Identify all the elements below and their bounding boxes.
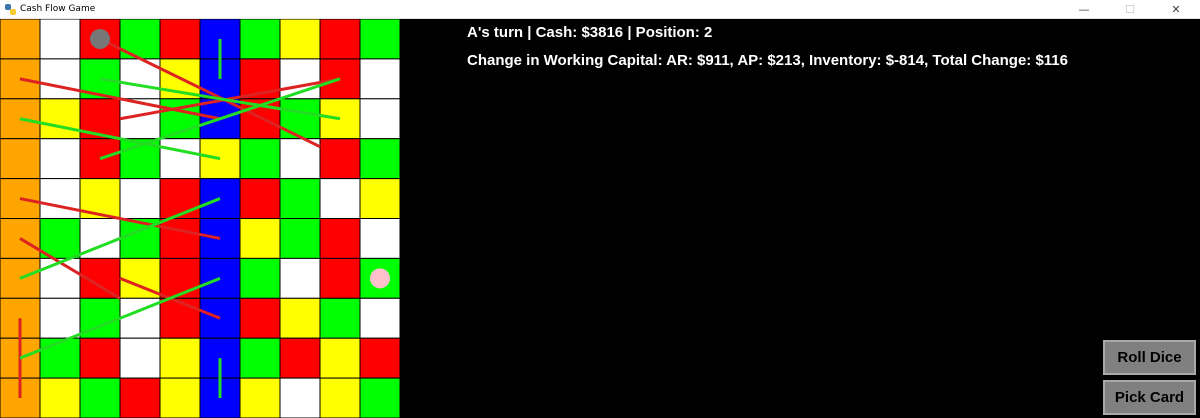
board-cell: [319, 218, 361, 259]
token-b: [370, 268, 390, 289]
board-cell: [319, 257, 361, 299]
board-cell: [39, 257, 81, 299]
board-cell: [239, 178, 281, 220]
board-cell: [159, 257, 201, 299]
minimize-button[interactable]: —: [1061, 0, 1107, 19]
board-cell: [279, 178, 321, 220]
close-button[interactable]: ✕: [1153, 0, 1199, 19]
board-cell: [239, 257, 281, 299]
board-cell: [119, 178, 161, 220]
board-canvas: [0, 19, 400, 418]
board-cell: [159, 218, 201, 259]
board-cell: [359, 218, 400, 259]
board-cell: [39, 58, 81, 100]
board-cell: [319, 337, 361, 379]
board-cell: [239, 138, 281, 180]
board-cell: [0, 19, 41, 60]
board-cell: [159, 178, 201, 220]
board-cell: [239, 218, 281, 259]
board-cell: [359, 178, 400, 220]
board-cell: [39, 377, 81, 418]
board-cell: [279, 297, 321, 339]
board-cell: [159, 19, 201, 60]
board-cell: [319, 178, 361, 220]
board-cell: [359, 377, 400, 418]
board-cell: [199, 257, 241, 299]
board-cell: [159, 337, 201, 379]
board-cell: [239, 337, 281, 379]
game-board: [0, 19, 400, 418]
title-bar: Cash Flow Game — ☐ ✕: [0, 0, 1200, 19]
board-cell: [39, 98, 81, 140]
token-a: [90, 28, 110, 49]
board-cell: [319, 297, 361, 339]
board-cell: [319, 377, 361, 418]
pick-card-button[interactable]: Pick Card: [1103, 380, 1196, 415]
board-cell: [359, 297, 400, 339]
board-cell: [79, 337, 121, 379]
board-cell: [279, 377, 321, 418]
board-cell: [279, 19, 321, 60]
board-cell: [39, 138, 81, 180]
board-cell: [359, 19, 400, 60]
board-cell: [159, 297, 201, 339]
board-cell: [239, 377, 281, 418]
board-cell: [0, 138, 41, 180]
working-capital-change: Change in Working Capital: AR: $911, AP:…: [467, 52, 1068, 69]
roll-dice-button[interactable]: Roll Dice: [1103, 340, 1196, 375]
board-cell: [279, 218, 321, 259]
python-app-icon: [5, 4, 16, 15]
board-cell: [279, 257, 321, 299]
board-cell: [279, 98, 321, 140]
board-cell: [359, 337, 400, 379]
board-cell: [279, 337, 321, 379]
board-cell: [239, 19, 281, 60]
board-cell: [39, 19, 81, 60]
board-cell: [119, 377, 161, 418]
board-cell: [159, 377, 201, 418]
board-cell: [39, 178, 81, 220]
board-cell: [319, 138, 361, 180]
board-cell: [359, 138, 400, 180]
board-cell: [319, 19, 361, 60]
board-cell: [239, 297, 281, 339]
board-cell: [359, 58, 400, 100]
board-cell: [39, 337, 81, 379]
turn-status: A's turn | Cash: $3816 | Position: 2: [467, 24, 713, 41]
board-cell: [319, 98, 361, 140]
board-cell: [159, 138, 201, 180]
window-title: Cash Flow Game: [20, 4, 96, 14]
board-cell: [119, 337, 161, 379]
board-cell: [359, 98, 400, 140]
board-cell: [39, 297, 81, 339]
maximize-button[interactable]: ☐: [1107, 0, 1153, 19]
board-cell: [79, 377, 121, 418]
